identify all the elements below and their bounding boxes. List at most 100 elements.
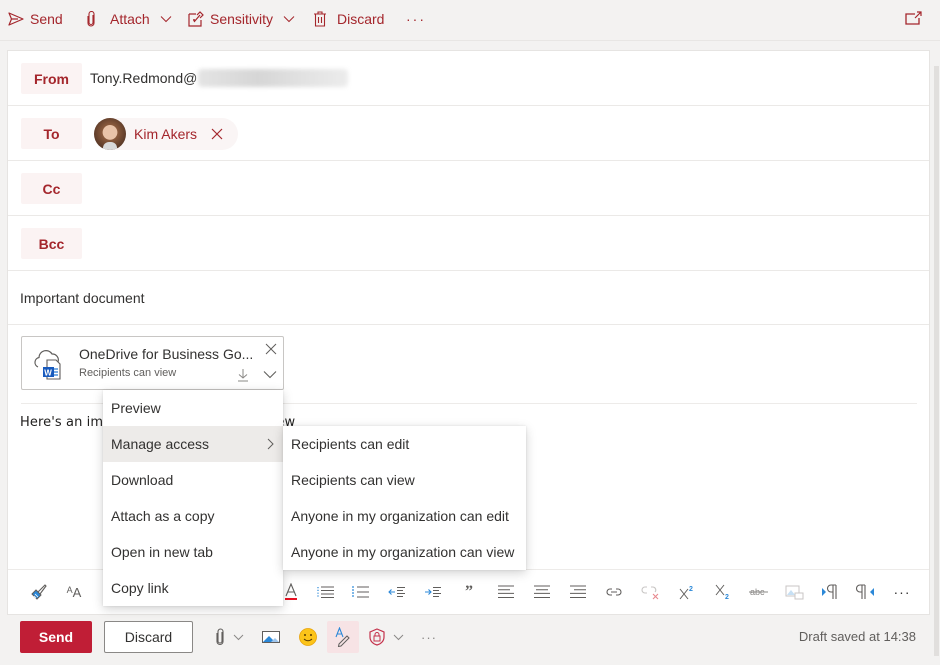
svg-text:2: 2: [689, 586, 693, 593]
insert-picture-button[interactable]: [260, 625, 282, 649]
sensitivity-command[interactable]: Sensitivity: [187, 0, 295, 38]
align-right-button[interactable]: [566, 580, 590, 604]
chevron-right-icon: [267, 438, 274, 450]
remove-attachment-icon[interactable]: [265, 343, 277, 355]
quote-icon: ”: [465, 583, 473, 600]
submenu-item-org-can-edit[interactable]: Anyone in my organization can edit: [283, 498, 526, 534]
onedrive-word-icon: W: [34, 350, 61, 380]
more-formatting-button[interactable]: ···: [890, 580, 914, 604]
submenu-item-label: Recipients can edit: [291, 436, 410, 452]
left-to-right-button[interactable]: [818, 580, 842, 604]
numbering-button[interactable]: [349, 580, 373, 604]
discard-command-label: Discard: [337, 11, 385, 27]
cc-row[interactable]: Cc: [8, 161, 929, 216]
menu-item-label: Attach as a copy: [111, 508, 215, 524]
from-row: From Tony.Redmond@: [8, 51, 929, 106]
menu-item-label: Preview: [111, 400, 161, 416]
numbering-icon: [352, 586, 369, 598]
pop-out-button[interactable]: [905, 11, 922, 30]
attach-command-label: Attach: [110, 11, 150, 27]
submenu-item-recipients-can-edit[interactable]: Recipients can edit: [283, 426, 526, 462]
bcc-button[interactable]: Bcc: [21, 228, 82, 259]
discard-command[interactable]: Discard: [313, 0, 384, 38]
menu-item-label: Download: [111, 472, 174, 488]
send-button[interactable]: Send: [20, 621, 92, 653]
align-center-button[interactable]: [530, 580, 554, 604]
more-options-button[interactable]: ···: [419, 625, 439, 649]
emoji-button[interactable]: [297, 625, 319, 649]
subject-row[interactable]: Important document: [8, 271, 929, 325]
align-left-button[interactable]: [494, 580, 518, 604]
body-text-start: Here's an im: [20, 415, 104, 430]
recipient-chip[interactable]: Kim Akers: [94, 118, 238, 150]
sensitivity-button[interactable]: [366, 625, 406, 649]
strikethrough-button[interactable]: abc: [747, 580, 771, 604]
increase-indent-icon: [425, 587, 441, 597]
insert-link-button[interactable]: [602, 580, 626, 604]
menu-item-attach-as-copy[interactable]: Attach as a copy: [103, 498, 283, 534]
chevron-down-icon: [233, 634, 243, 640]
attachment-card[interactable]: W OneDrive for Business Go... Recipients…: [21, 336, 284, 390]
avatar: [94, 118, 126, 150]
command-bar: Send Attach Sensitivity Discard ···: [0, 0, 940, 41]
quote-button[interactable]: ”: [457, 580, 481, 604]
more-icon: ···: [893, 584, 911, 600]
menu-item-copy-link[interactable]: Copy link: [103, 570, 283, 606]
remove-link-button[interactable]: [638, 580, 662, 604]
align-right-icon: [570, 585, 586, 598]
editor-button[interactable]: [327, 621, 359, 653]
menu-item-download[interactable]: Download: [103, 462, 283, 498]
menu-item-preview[interactable]: Preview: [103, 390, 283, 426]
editor-icon: [335, 627, 350, 647]
cc-button[interactable]: Cc: [21, 173, 82, 204]
decrease-indent-button[interactable]: [385, 580, 409, 604]
more-icon: ···: [406, 11, 426, 27]
to-button[interactable]: To: [21, 118, 82, 149]
submenu-item-label: Anyone in my organization can view: [291, 544, 515, 560]
attachment-name: OneDrive for Business Go...: [79, 346, 254, 362]
paperclip-icon: [87, 11, 95, 27]
format-painter-button[interactable]: [27, 580, 51, 604]
subject-input[interactable]: Important document: [20, 290, 145, 306]
attach-file-button[interactable]: [211, 625, 247, 649]
font-color-icon: [285, 583, 297, 600]
subscript-button[interactable]: 2: [711, 580, 735, 604]
bullets-button[interactable]: [314, 580, 338, 604]
sensitivity-icon: [188, 10, 204, 27]
send-command-label: Send: [30, 11, 63, 27]
rtl-icon: [856, 584, 874, 599]
superscript-button[interactable]: 2: [675, 580, 699, 604]
right-to-left-button[interactable]: [854, 580, 878, 604]
menu-item-manage-access[interactable]: Manage access: [103, 426, 283, 462]
menu-item-label: Open in new tab: [111, 544, 213, 560]
font-size-icon: AA: [66, 584, 82, 600]
font-size-button[interactable]: AA: [62, 580, 86, 604]
chevron-down-icon: [393, 634, 404, 640]
remove-recipient-icon[interactable]: [211, 128, 223, 140]
submenu-item-org-can-view[interactable]: Anyone in my organization can view: [283, 534, 526, 570]
bcc-row[interactable]: Bcc: [8, 216, 929, 271]
discard-button[interactable]: Discard: [104, 621, 193, 653]
download-icon[interactable]: [237, 368, 249, 382]
insert-image-button[interactable]: [783, 580, 807, 604]
submenu-item-label: Anyone in my organization can edit: [291, 508, 509, 524]
align-left-icon: [498, 585, 514, 598]
redacted-domain: [198, 69, 348, 87]
more-commands-button[interactable]: ···: [406, 0, 426, 38]
insert-link-icon: [606, 588, 622, 596]
menu-item-label: Copy link: [111, 580, 169, 596]
from-button[interactable]: From: [21, 63, 82, 94]
scrollbar-thumb[interactable]: [934, 66, 939, 656]
attach-command[interactable]: Attach: [86, 0, 172, 38]
menu-item-open-in-new-tab[interactable]: Open in new tab: [103, 534, 283, 570]
send-command[interactable]: Send: [8, 0, 63, 38]
attachment-options-chevron-icon[interactable]: [263, 370, 277, 379]
paperclip-icon: [215, 628, 224, 645]
chevron-down-icon: [160, 16, 172, 23]
from-address: Tony.Redmond@: [90, 70, 198, 86]
increase-indent-button[interactable]: [421, 580, 445, 604]
insert-image-icon: [785, 585, 804, 600]
submenu-item-recipients-can-view[interactable]: Recipients can view: [283, 462, 526, 498]
action-bar: Send Discard ··· Draft saved at 14:38: [7, 615, 930, 659]
align-center-icon: [534, 585, 550, 598]
